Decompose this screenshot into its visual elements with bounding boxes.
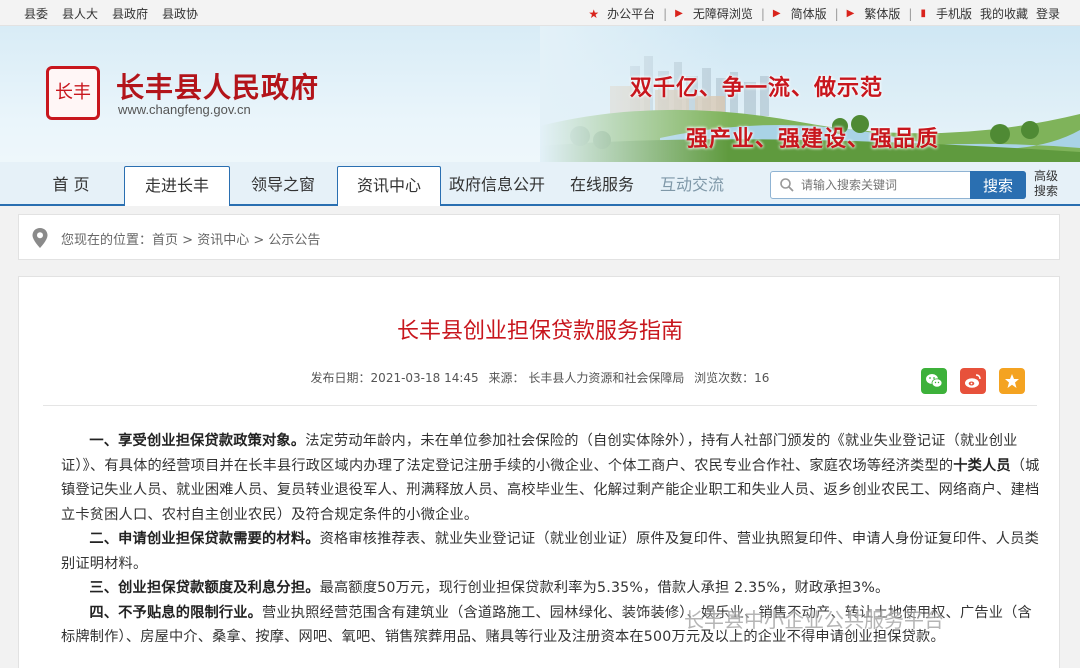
link-favorites[interactable]: 我的收藏 (980, 5, 1028, 22)
arrow-icon: ▶ (772, 8, 781, 19)
article-panel: 长丰县创业担保贷款服务指南 发布日期：2021-03-18 14:45 来源： … (18, 276, 1060, 668)
paragraph-emphasis: 十类人员 (953, 457, 1011, 474)
search-icon (780, 178, 794, 192)
search-button[interactable]: 搜索 (970, 171, 1026, 199)
location-pin-icon (32, 228, 48, 248)
share-wechat-button[interactable] (921, 368, 947, 394)
top-left-links: 县委 县人大 县政府 县政协 (24, 5, 198, 22)
site-logo[interactable]: 长丰 (46, 66, 100, 120)
article-source: 来源： 长丰县人力资源和社会保障局 (488, 371, 685, 385)
link-office-platform[interactable]: 办公平台 (607, 5, 655, 22)
weibo-icon (965, 374, 981, 388)
paragraph-heading: 四、不予贴息的限制行业。 (89, 604, 263, 621)
top-right-links: ★ 办公平台 | ▶ 无障碍浏览 | ▶ 简体版 | ▶ 繁体版 | ▮ 手机版… (588, 5, 1060, 22)
nav-interaction[interactable]: 互动交流 (650, 166, 734, 206)
nav-online-service[interactable]: 在线服务 (560, 166, 644, 206)
mobile-icon: ▮ (920, 8, 926, 19)
link-traditional[interactable]: 繁体版 (864, 5, 900, 22)
divider: | (908, 6, 913, 21)
search-input[interactable] (801, 176, 941, 194)
paragraph-text: 最高额度50万元，现行创业担保贷款利率为5.35%，借款人承担 2.35%，财政… (319, 580, 890, 596)
paragraph-3: 三、创业担保贷款额度及利息分担。最高额度50万元，现行创业担保贷款利率为5.35… (61, 576, 1045, 601)
link-accessibility[interactable]: 无障碍浏览 (693, 5, 753, 22)
top-bar: 县委 县人大 县政府 县政协 ★ 办公平台 | ▶ 无障碍浏览 | ▶ 简体版 … (0, 0, 1080, 26)
link-simplified[interactable]: 简体版 (791, 5, 827, 22)
article-meta: 发布日期：2021-03-18 14:45 来源： 长丰县人力资源和社会保障局 … (19, 369, 1061, 386)
divider: | (663, 6, 668, 21)
nav-leaders[interactable]: 领导之窗 (240, 166, 326, 206)
nav-news-center[interactable]: 资讯中心 (337, 166, 441, 206)
link-county-committee[interactable]: 县委 (24, 5, 48, 22)
paragraph-4: 四、不予贴息的限制行业。营业执照经营范围含有建筑业（含道路施工、园林绿化、装饰装… (61, 601, 1045, 650)
paragraph-1: 一、享受创业担保贷款政策对象。法定劳动年龄内，未在单位参加社会保险的（自创实体除… (61, 429, 1045, 527)
link-county-cppcc[interactable]: 县政协 (162, 5, 198, 22)
paragraph-2: 二、申请创业担保贷款需要的材料。资格审核推荐表、就业失业登记证（就业创业证）原件… (61, 527, 1045, 576)
slogan-2: 强产业、强建设、强品质 (686, 126, 940, 152)
nav-home[interactable]: 首 页 (36, 166, 106, 206)
paragraph-heading: 二、申请创业担保贷款需要的材料。 (89, 531, 320, 547)
article-body: 一、享受创业担保贷款政策对象。法定劳动年龄内，未在单位参加社会保险的（自创实体除… (61, 429, 1045, 650)
share-weibo-button[interactable] (960, 368, 986, 394)
wechat-icon (926, 374, 943, 388)
slogan-1: 双千亿、争一流、做示范 (630, 75, 884, 101)
star-icon (1005, 374, 1019, 388)
arrow-icon: ▶ (675, 8, 683, 19)
nav-about-changfeng[interactable]: 走进长丰 (124, 166, 230, 206)
divider: | (834, 6, 839, 21)
site-url: www.changfeng.gov.cn (118, 102, 251, 117)
publish-date: 发布日期：2021-03-18 14:45 (310, 371, 479, 385)
article-title: 长丰县创业担保贷款服务指南 (396, 319, 683, 344)
breadcrumb: 您现在的位置：首页 > 资讯中心 > 公示公告 (18, 214, 1060, 260)
view-count: 浏览次数：16 (694, 371, 770, 385)
site-header: 长丰 长丰县人民政府 www.changfeng.gov.cn 双千亿、争一流、… (0, 26, 1080, 162)
link-mobile[interactable]: 手机版 (936, 5, 972, 22)
divider (43, 405, 1037, 406)
paragraph-heading: 一、享受创业担保贷款政策对象。 (89, 433, 306, 449)
link-county-congress[interactable]: 县人大 (62, 5, 98, 22)
logo-text: 长丰 (55, 82, 91, 103)
favorite-button[interactable] (999, 368, 1025, 394)
search-box: 搜索 (770, 171, 1026, 199)
breadcrumb-news-center[interactable]: 资讯中心 (197, 233, 249, 248)
site-title[interactable]: 长丰县人民政府 (116, 66, 319, 106)
nav-gov-info[interactable]: 政府信息公开 (444, 166, 550, 206)
breadcrumb-separator: > (178, 233, 198, 248)
breadcrumb-announcements[interactable]: 公示公告 (268, 233, 320, 248)
breadcrumb-prefix: 您现在的位置： (61, 233, 153, 248)
breadcrumb-text: 您现在的位置：首页 > 资讯中心 > 公示公告 (61, 229, 320, 248)
link-county-government[interactable]: 县政府 (112, 5, 148, 22)
breadcrumb-home[interactable]: 首页 (152, 233, 178, 248)
breadcrumb-separator: > (249, 233, 269, 248)
arrow-icon: ▶ (846, 8, 855, 19)
link-login[interactable]: 登录 (1036, 5, 1060, 22)
star-icon: ★ (588, 6, 600, 21)
main-nav: 首 页 走进长丰 领导之窗 资讯中心 政府信息公开 在线服务 互动交流 搜索 高… (0, 162, 1080, 206)
divider: | (760, 6, 765, 21)
paragraph-heading: 三、创业担保贷款额度及利息分担。 (89, 580, 320, 596)
advanced-search-link[interactable]: 高级搜索 (1034, 169, 1068, 199)
